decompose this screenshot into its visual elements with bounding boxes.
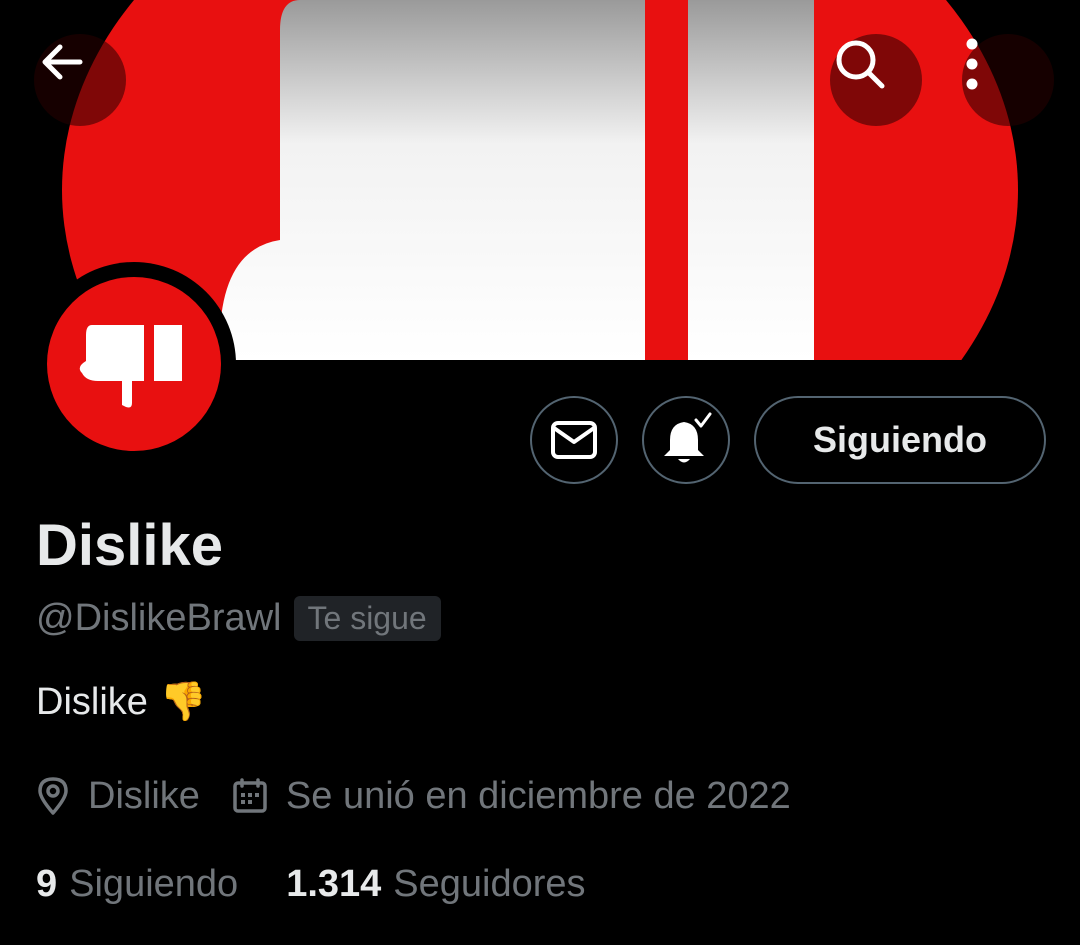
- bio-text: Dislike: [36, 680, 148, 723]
- location-pin-icon: [38, 777, 68, 815]
- following-button[interactable]: Siguiendo: [754, 396, 1046, 484]
- message-button[interactable]: [530, 396, 618, 484]
- profile-bio: Dislike 👎: [36, 680, 207, 724]
- location-item: Dislike: [36, 775, 200, 818]
- thumbs-down-emoji: 👎: [159, 681, 208, 723]
- search-button[interactable]: [830, 34, 922, 126]
- arrow-left-icon: [42, 44, 83, 80]
- bell-check-icon: [664, 412, 712, 463]
- followers-stat[interactable]: 1.314 Seguidores: [286, 863, 585, 906]
- followers-label: Seguidores: [393, 862, 586, 905]
- notifications-button[interactable]: [642, 396, 730, 484]
- follows-you-badge: Te sigue: [293, 595, 441, 641]
- joined-item: Se unió en diciembre de 2022: [232, 775, 791, 818]
- more-vertical-icon: [966, 38, 978, 90]
- profile-handle: @DislikeBrawl: [36, 596, 282, 639]
- profile-page: Siguiendo Dislike @DislikeBrawl Te sigue…: [0, 0, 1080, 945]
- following-label: Siguiendo: [69, 862, 239, 905]
- following-stat[interactable]: 9 Siguiendo: [36, 863, 238, 906]
- following-count: 9: [36, 862, 58, 905]
- profile-stats: 9 Siguiendo 1.314 Seguidores: [36, 856, 586, 912]
- handle-row: @DislikeBrawl Te sigue: [36, 592, 441, 644]
- avatar-image: [47, 277, 221, 451]
- profile-name: Dislike: [36, 513, 223, 578]
- followers-count: 1.314: [286, 862, 382, 905]
- location-text: Dislike: [88, 774, 200, 817]
- calendar-icon: [233, 778, 267, 813]
- search-icon: [836, 40, 885, 89]
- thumbs-down-logo-icon: [79, 325, 182, 408]
- more-options-button[interactable]: [962, 34, 1054, 126]
- mail-icon: [551, 421, 597, 459]
- back-button[interactable]: [34, 34, 126, 126]
- profile-meta: Dislike Se unió en diciembre de 2022: [36, 768, 791, 824]
- avatar[interactable]: [32, 262, 236, 466]
- joined-text: Se unió en diciembre de 2022: [285, 774, 791, 817]
